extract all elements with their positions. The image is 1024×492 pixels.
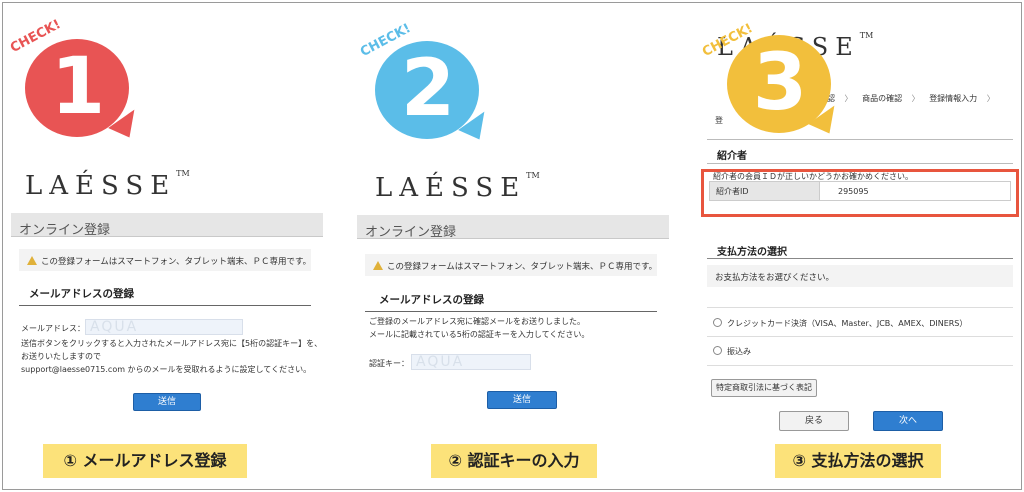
step2-key-input[interactable]: AQUA xyxy=(411,354,531,370)
step3-option-rule xyxy=(707,307,1013,308)
step1-caption: ① メールアドレス登録 xyxy=(43,444,247,478)
step1-info-line1: 送信ボタンをクリックすると入力されたメールアドレス宛に【5桁の認証キー】を、 xyxy=(21,339,323,348)
step2-title-bar: オンライン登録 xyxy=(357,215,669,240)
step2-info-line2: メールに記載されている5桁の認証キーを入力してください。 xyxy=(369,330,590,339)
step1-section-heading: メールアドレスの登録 xyxy=(19,286,311,306)
warning-icon xyxy=(373,261,383,270)
step2-logo: LAÉSSETM xyxy=(375,171,540,203)
payment-option-credit[interactable]: クレジットカード決済（VISA、Master、JCB、AMEX、DINERS） xyxy=(713,317,967,330)
step3-option-rule xyxy=(707,365,1013,366)
step2-section-heading: メールアドレスの登録 xyxy=(365,292,657,312)
payment-option-label: 振込み xyxy=(727,347,751,356)
step2-notice: この登録フォームはスマートフォン、タブレット端末、ＰＣ専用です。 xyxy=(365,254,657,276)
radio-icon[interactable] xyxy=(713,318,722,327)
logo-text: LAÉSSE xyxy=(25,171,177,201)
step1-number: 1 xyxy=(50,42,106,132)
step1-panel: 1 CHECK! LAÉSSETM オンライン登録 この登録フォームはスマートフ… xyxy=(3,3,333,489)
breadcrumb-item-partial: 登 xyxy=(715,116,723,125)
step2-panel: 2 CHECK! LAÉSSETM オンライン登録 この登録フォームはスマートフ… xyxy=(349,3,679,489)
logo-text: LAÉSSE xyxy=(375,173,527,203)
logo-tm: TM xyxy=(176,169,190,178)
step1-logo: LAÉSSETM xyxy=(25,169,190,201)
step3-caption: ③ 支払方法の選択 xyxy=(775,444,941,478)
law-notice-button[interactable]: 特定商取引法に基づく表記 xyxy=(711,379,817,397)
step3-payment-prompt: お支払方法をお選びください。 xyxy=(707,265,1013,287)
step1-notice: この登録フォームはスマートフォン、タブレット端末、ＰＣ専用です。 xyxy=(19,249,311,271)
logo-tm: TM xyxy=(526,171,540,180)
step3-number: 3 xyxy=(752,38,808,128)
next-button[interactable]: 次へ xyxy=(873,411,943,431)
chevron-right-icon: 〉 xyxy=(844,94,853,103)
step3-referrer-rule xyxy=(707,163,1013,164)
step2-caption: ② 認証キーの入力 xyxy=(431,444,597,478)
step1-submit-button[interactable]: 送信 xyxy=(133,393,201,411)
payment-option-transfer[interactable]: 振込み xyxy=(713,345,751,358)
step2-key-label: 認証キー： xyxy=(369,359,409,368)
chevron-right-icon: 〉 xyxy=(911,94,920,103)
tutorial-frame: 1 CHECK! LAÉSSETM オンライン登録 この登録フォームはスマートフ… xyxy=(2,2,1022,490)
step3-payment-heading: 支払方法の選択 xyxy=(717,247,787,258)
step1-email-label: メールアドレス： xyxy=(21,324,85,333)
step3-highlight-box xyxy=(701,169,1019,217)
logo-tm: TM xyxy=(859,31,874,40)
radio-icon[interactable] xyxy=(713,346,722,355)
step3-heading-rule xyxy=(707,139,1013,140)
step2-info-line1: ご登録のメールアドレス宛に確認メールをお送りしました。 xyxy=(369,317,585,326)
step3-breadcrumb: 認 〉 商品の確認 〉 登録情報入力 〉 xyxy=(827,93,1002,104)
chevron-right-icon: 〉 xyxy=(986,94,995,103)
step3-referrer-heading: 紹介者 xyxy=(717,151,747,162)
step1-info-line3: support@laesse0715.com からのメールを受取れるように設定し… xyxy=(21,365,312,374)
step3-option-rule xyxy=(707,336,1013,337)
step2-notice-text: この登録フォームはスマートフォン、タブレット端末、ＰＣ専用です。 xyxy=(387,262,658,272)
step3-panel: LAÉSSETM 認 〉 商品の確認 〉 登録情報入力 〉 登 3 CHECK!… xyxy=(693,3,1021,489)
step2-submit-button[interactable]: 送信 xyxy=(487,391,557,409)
step1-title-bar: オンライン登録 xyxy=(11,213,323,238)
step2-number: 2 xyxy=(400,44,456,134)
warning-icon xyxy=(27,256,37,265)
step3-payment-rule xyxy=(707,258,1013,259)
breadcrumb-item[interactable]: 登録情報入力 xyxy=(929,94,977,103)
breadcrumb-item[interactable]: 商品の確認 xyxy=(862,94,902,103)
step1-notice-text: この登録フォームはスマートフォン、タブレット端末、ＰＣ専用です。 xyxy=(41,257,312,267)
back-button[interactable]: 戻る xyxy=(779,411,849,431)
payment-option-label: クレジットカード決済（VISA、Master、JCB、AMEX、DINERS） xyxy=(727,319,968,328)
step1-info-line2: お送りいたしますので xyxy=(21,352,101,361)
step1-email-input[interactable]: AQUA xyxy=(85,319,243,335)
